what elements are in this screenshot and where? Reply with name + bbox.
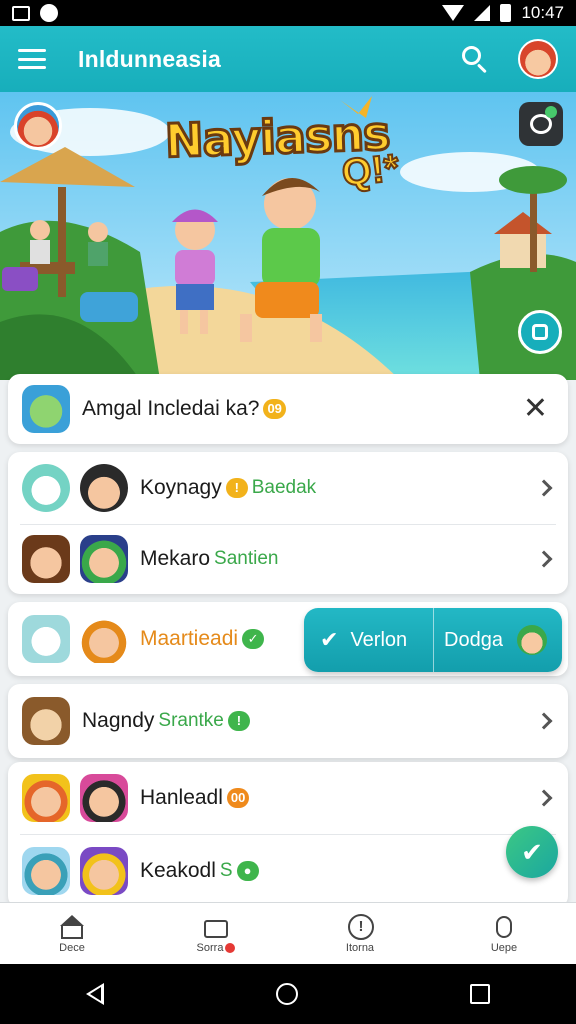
battery-icon bbox=[500, 4, 512, 22]
hero-avatar[interactable] bbox=[14, 102, 62, 150]
online-dot bbox=[545, 106, 557, 118]
bottom-nav: Dece Sorra ! Itorna Uepe bbox=[0, 902, 576, 964]
verify-label: Verlon bbox=[350, 628, 408, 651]
status-tag: Srantke bbox=[158, 710, 224, 731]
box-icon bbox=[202, 914, 230, 940]
list-item[interactable]: Mekaro Santien bbox=[8, 524, 568, 594]
nav-item-home[interactable]: Dece bbox=[0, 903, 144, 964]
ghost-avatar bbox=[22, 464, 70, 512]
status-chip: 00 bbox=[226, 788, 250, 808]
square-icon bbox=[532, 324, 548, 340]
chevron-right-icon bbox=[535, 479, 553, 497]
ghost-avatar bbox=[22, 615, 70, 663]
verify-button[interactable]: ✔ Verlon bbox=[304, 608, 434, 672]
friend-name: Maartieadi bbox=[140, 627, 239, 650]
check-icon: ✔ bbox=[320, 627, 339, 652]
friend-name: Nagndy bbox=[82, 709, 155, 732]
robot-icon bbox=[490, 914, 518, 940]
list-item[interactable]: Nagndy Srantke ! bbox=[8, 684, 568, 758]
status-chip: ! bbox=[225, 478, 248, 498]
status-chip: ! bbox=[227, 711, 250, 731]
app-bar: Inldunneasia bbox=[0, 26, 576, 92]
expand-button[interactable] bbox=[518, 310, 562, 354]
chevron-right-icon bbox=[535, 550, 553, 568]
friends-group-2: Hanleadl 00 Keakodl S ● bbox=[8, 762, 568, 908]
status-bar: 10:47 bbox=[0, 0, 576, 26]
app-title: Inldunneasia bbox=[78, 45, 221, 72]
notification-label: Amgal Incledai ka? bbox=[82, 397, 260, 420]
goblin-avatar bbox=[516, 625, 547, 655]
friend-avatar bbox=[80, 774, 128, 822]
notification-card: Amgal Incledai ka? 09 ✕ bbox=[8, 374, 568, 444]
search-icon[interactable] bbox=[458, 42, 492, 76]
friend-avatar bbox=[80, 464, 128, 512]
friend-name: Mekaro bbox=[140, 547, 211, 570]
hero-subtitle: Q!* bbox=[339, 146, 402, 196]
status-tag: S bbox=[219, 860, 233, 881]
goblin-avatar bbox=[22, 385, 70, 433]
back-icon[interactable] bbox=[86, 983, 104, 1005]
nav-label: Sorra bbox=[197, 942, 236, 954]
nav-label: Uepe bbox=[490, 941, 518, 954]
friends-group-1: Koynagy ! Baedak Mekaro Santien bbox=[8, 452, 568, 594]
status-right: 10:47 bbox=[442, 3, 564, 23]
friend-avatar bbox=[22, 535, 70, 583]
nav-label: Itorna bbox=[345, 941, 375, 954]
notification-chip: 09 bbox=[263, 399, 286, 419]
status-left bbox=[12, 4, 58, 22]
status-tag: Baedak bbox=[251, 477, 317, 498]
nav-item-info[interactable]: ! Itorna bbox=[288, 903, 432, 964]
confirm-fab[interactable]: ✔ bbox=[506, 826, 558, 878]
notification-icon bbox=[40, 4, 58, 22]
friend-card: Nagndy Srantke ! bbox=[8, 684, 568, 758]
recents-icon[interactable] bbox=[470, 984, 490, 1004]
clock: 10:47 bbox=[521, 3, 564, 22]
signal-icon bbox=[474, 5, 491, 21]
list-item[interactable]: Hanleadl 00 bbox=[8, 762, 568, 834]
list-item[interactable]: Keakodl S ● bbox=[8, 834, 568, 908]
notification-badge bbox=[225, 942, 236, 953]
status-tag: Santien bbox=[214, 548, 279, 569]
friend-avatar bbox=[22, 774, 70, 822]
list-item[interactable]: Koynagy ! Baedak bbox=[8, 452, 568, 524]
friend-avatar bbox=[22, 847, 70, 895]
wifi-icon bbox=[442, 5, 465, 21]
chat-button[interactable] bbox=[519, 102, 563, 146]
hero-banner[interactable]: Nayiasns Q!* bbox=[0, 92, 576, 380]
action-button-group: ✔ Verlon Dodga bbox=[304, 608, 562, 672]
menu-icon[interactable] bbox=[18, 49, 46, 69]
home-button-icon[interactable] bbox=[276, 983, 298, 1005]
chevron-right-icon bbox=[535, 789, 553, 807]
profile-avatar[interactable] bbox=[518, 39, 558, 79]
friend-name: Koynagy bbox=[140, 476, 222, 499]
friend-avatar bbox=[80, 847, 128, 895]
dodge-label: Dodga bbox=[444, 628, 503, 651]
friend-avatar bbox=[80, 535, 128, 583]
friend-name: Hanleadl bbox=[140, 786, 223, 809]
friend-name: Keakodl bbox=[140, 859, 216, 882]
friend-avatar bbox=[80, 615, 128, 663]
status-chip: ● bbox=[236, 861, 259, 881]
bull-avatar bbox=[22, 697, 70, 745]
home-icon bbox=[58, 914, 86, 940]
dodge-button[interactable]: Dodga bbox=[434, 608, 562, 672]
system-nav bbox=[0, 964, 576, 1024]
nav-item-box[interactable]: Sorra bbox=[144, 903, 288, 964]
close-icon[interactable]: ✕ bbox=[523, 394, 548, 424]
nav-label: Dece bbox=[59, 941, 85, 954]
nav-item-robot[interactable]: Uepe bbox=[432, 903, 576, 964]
notification-row[interactable]: Amgal Incledai ka? 09 ✕ bbox=[8, 374, 568, 444]
gallery-icon bbox=[12, 5, 30, 21]
chevron-right-icon bbox=[535, 712, 553, 730]
info-icon: ! bbox=[346, 913, 374, 940]
verified-icon: ✓ bbox=[242, 629, 265, 649]
